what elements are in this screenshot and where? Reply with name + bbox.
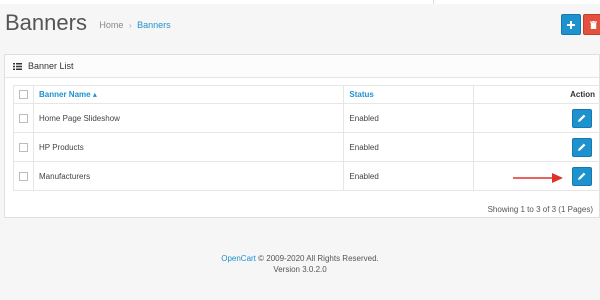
row-checkbox-cell [13, 161, 34, 191]
pencil-icon [578, 143, 586, 151]
panel-heading: Banner List [5, 55, 599, 78]
row-checkbox[interactable] [19, 171, 28, 181]
table-header-row: Banner Name ▴ Status Action [13, 85, 600, 104]
status-cell: Enabled [343, 132, 475, 162]
footer: OpenCart © 2009-2020 All Rights Reserved… [0, 253, 600, 275]
page-header: Banners Home › Banners [5, 10, 171, 46]
navbar-divider [433, 0, 434, 4]
edit-button[interactable] [572, 166, 592, 186]
breadcrumb-banners-link[interactable]: Banners [137, 20, 171, 30]
red-arrow-annotation [513, 173, 563, 183]
banner-name-cell: Manufacturers [32, 161, 345, 191]
column-header-banner-name[interactable]: Banner Name ▴ [32, 85, 345, 104]
edit-button[interactable] [572, 108, 592, 128]
select-all-checkbox[interactable] [19, 90, 28, 100]
action-cell [473, 132, 600, 162]
table-row: HP Products Enabled [13, 132, 600, 162]
sort-asc-icon: ▴ [92, 90, 97, 99]
status-cell: Enabled [343, 103, 475, 133]
breadcrumb: Home › Banners [99, 20, 170, 30]
footer-version: Version 3.0.2.0 [273, 265, 327, 274]
row-checkbox-cell [13, 103, 34, 133]
status-cell: Enabled [343, 161, 475, 191]
pencil-icon [578, 172, 586, 180]
plus-icon [567, 20, 575, 29]
select-all-cell [13, 85, 34, 104]
pagination-info: Showing 1 to 3 of 3 (1 Pages) [487, 205, 593, 214]
column-header-action: Action [473, 85, 600, 104]
list-icon [13, 62, 22, 70]
trash-icon [589, 20, 597, 29]
edit-button[interactable] [572, 137, 592, 157]
add-new-button[interactable] [561, 14, 581, 35]
footer-copyright: © 2009-2020 All Rights Reserved. [255, 254, 379, 263]
table-row: Home Page Slideshow Enabled [13, 103, 600, 133]
breadcrumb-home-link[interactable]: Home [99, 20, 123, 30]
row-checkbox[interactable] [19, 142, 28, 152]
pencil-icon [578, 114, 586, 122]
banner-name-cell: Home Page Slideshow [32, 103, 345, 133]
column-label-banner-name: Banner Name [39, 90, 91, 99]
page-title: Banners [5, 10, 87, 35]
column-header-status[interactable]: Status [343, 85, 475, 104]
footer-copyright-line: OpenCart © 2009-2020 All Rights Reserved… [0, 253, 600, 264]
delete-button[interactable] [583, 14, 600, 35]
panel-title: Banner List [28, 61, 74, 71]
top-navbar [0, 0, 600, 4]
banner-name-cell: HP Products [32, 132, 345, 162]
banner-list-panel: Banner List Banner Name ▴ Status Action [4, 54, 600, 218]
row-checkbox-cell [13, 132, 34, 162]
row-checkbox[interactable] [19, 113, 28, 123]
breadcrumb-separator: › [128, 21, 132, 30]
opencart-link[interactable]: OpenCart [221, 254, 256, 263]
action-cell [473, 103, 600, 133]
